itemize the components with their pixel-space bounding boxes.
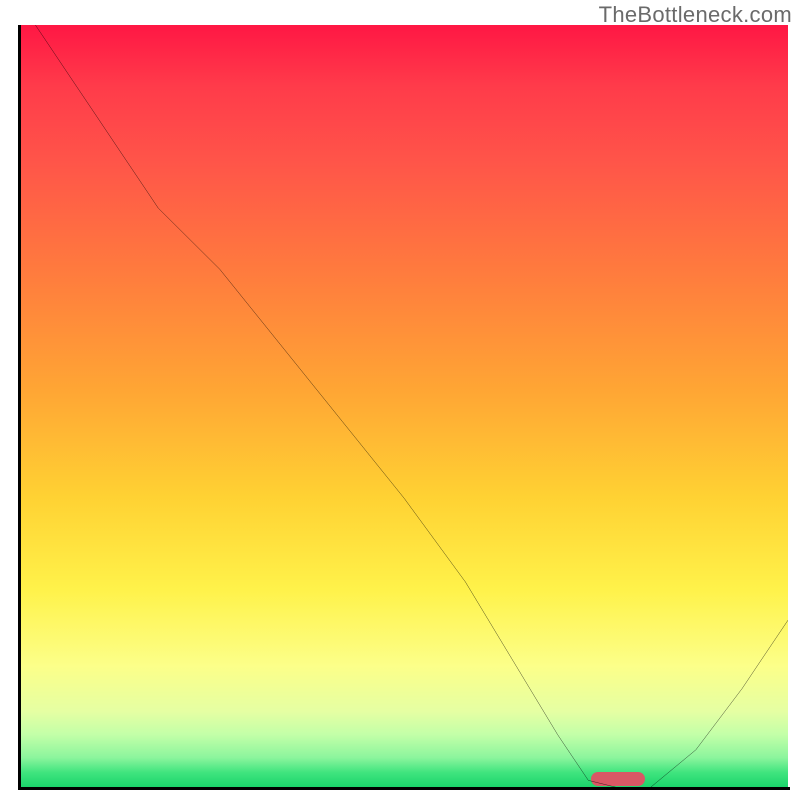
plot-area: [20, 25, 788, 788]
x-axis-line: [18, 787, 790, 790]
y-axis-line: [18, 25, 21, 790]
bottleneck-curve: [20, 25, 788, 788]
chart-container: TheBottleneck.com: [0, 0, 800, 800]
